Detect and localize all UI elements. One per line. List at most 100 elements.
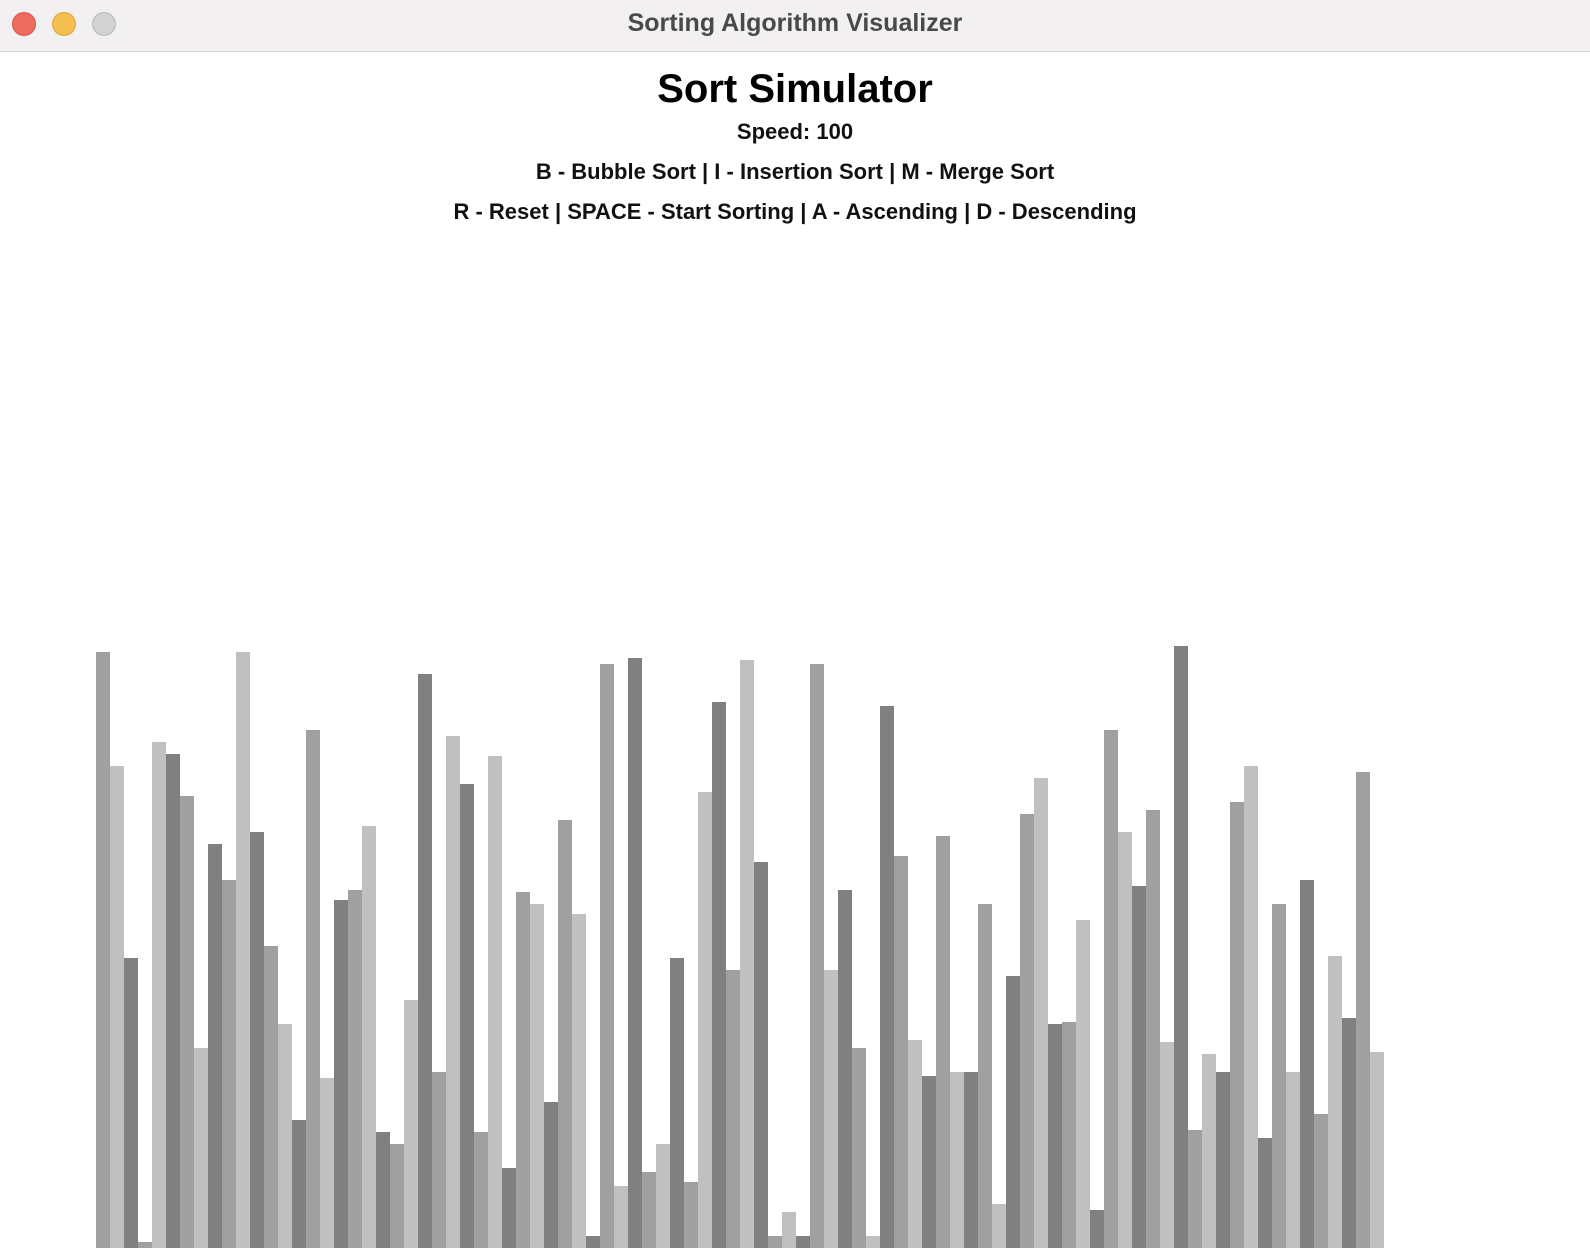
array-bar [180,796,194,1248]
array-bar [698,792,712,1248]
array-bar [908,1040,922,1248]
array-bar [1286,1072,1300,1248]
array-bar [978,904,992,1248]
array-bar [936,836,950,1248]
array-bar [96,652,110,1248]
array-bar [362,826,376,1248]
array-bar [250,832,264,1248]
array-bar [586,1236,600,1248]
array-bar [852,1048,866,1248]
array-bar [656,1144,670,1248]
array-bar [614,1186,628,1248]
array-bar [992,1204,1006,1248]
array-bar [782,1212,796,1248]
array-bar [208,844,222,1248]
array-bar [292,1120,306,1248]
array-bar [516,892,530,1248]
app-window: Sorting Algorithm Visualizer Sort Simula… [0,0,1590,1248]
array-bar [1104,730,1118,1248]
array-bar [572,914,586,1248]
title-bar[interactable]: Sorting Algorithm Visualizer [0,0,1590,52]
array-bar [1174,646,1188,1248]
array-bar [1230,802,1244,1248]
array-bar [474,1132,488,1248]
array-bar [306,730,320,1248]
speed-label: Speed: 100 [736,119,854,144]
array-bar [628,658,642,1248]
array-bar [880,706,894,1248]
array-bar [1160,1042,1174,1248]
array-bar [1076,920,1090,1248]
array-bar [1258,1138,1272,1248]
array-bar [1300,880,1314,1248]
array-bar [810,664,824,1248]
array-bar [222,880,236,1248]
array-bar [1370,1052,1384,1248]
array-bar [1216,1072,1230,1248]
array-bar [376,1132,390,1248]
control-shortcuts: R - Reset | SPACE - Start Sorting | A - … [453,199,1137,224]
array-bar [138,1242,152,1248]
array-bar [1356,772,1370,1248]
array-bar [264,946,278,1248]
array-bar [768,1236,782,1248]
array-bar [838,890,852,1248]
array-bar [404,1000,418,1248]
array-bar [320,1078,334,1248]
app-heading: Sort Simulator [657,67,933,111]
array-bar [1090,1210,1104,1248]
array-bar [334,900,348,1248]
array-bar [278,1024,292,1248]
array-bar [1272,904,1286,1248]
window-title: Sorting Algorithm Visualizer [627,9,963,37]
array-bar [740,660,754,1248]
array-bar [1048,1024,1062,1248]
array-bar [348,890,362,1248]
array-bar [152,742,166,1248]
array-bar [110,766,124,1248]
array-bar [894,856,908,1248]
array-bar [194,1048,208,1248]
array-bar [1034,778,1048,1248]
array-bar [236,652,250,1248]
array-bar [670,958,684,1248]
array-bar [390,1144,404,1248]
array-bar [754,862,768,1248]
array-bar [600,664,614,1248]
algorithm-shortcuts: B - Bubble Sort | I - Insertion Sort | M… [535,159,1055,184]
array-bar [1146,810,1160,1248]
array-bar [642,1172,656,1248]
array-bar [1202,1054,1216,1248]
array-bar [432,1072,446,1248]
array-bar [1118,832,1132,1248]
array-bar [502,1168,516,1248]
array-bar [544,1102,558,1248]
array-bar [1342,1018,1356,1248]
array-bar [530,904,544,1248]
array-bar [684,1182,698,1248]
array-bar [558,820,572,1248]
array-bar [712,702,726,1248]
array-bar [866,1236,880,1248]
array-bar [166,754,180,1248]
bar-chart-area [0,53,1590,1248]
array-bar [824,970,838,1248]
array-bar [418,674,432,1248]
array-bar [1328,956,1342,1248]
array-bar [1062,1022,1076,1248]
array-bar [1132,886,1146,1248]
array-bar [796,1236,810,1248]
array-bar [726,970,740,1248]
array-bar [488,756,502,1248]
array-bar [446,736,460,1248]
array-bar [964,1072,978,1248]
array-bar [460,784,474,1248]
sort-canvas[interactable]: Sort Simulator Speed: 100 B - Bubble Sor… [0,53,1590,1248]
array-bar [1314,1114,1328,1248]
array-bar [950,1072,964,1248]
array-bar [124,958,138,1248]
array-bar [1020,814,1034,1248]
array-bar [1006,976,1020,1248]
array-bar [1188,1130,1202,1248]
array-bar [922,1076,936,1248]
